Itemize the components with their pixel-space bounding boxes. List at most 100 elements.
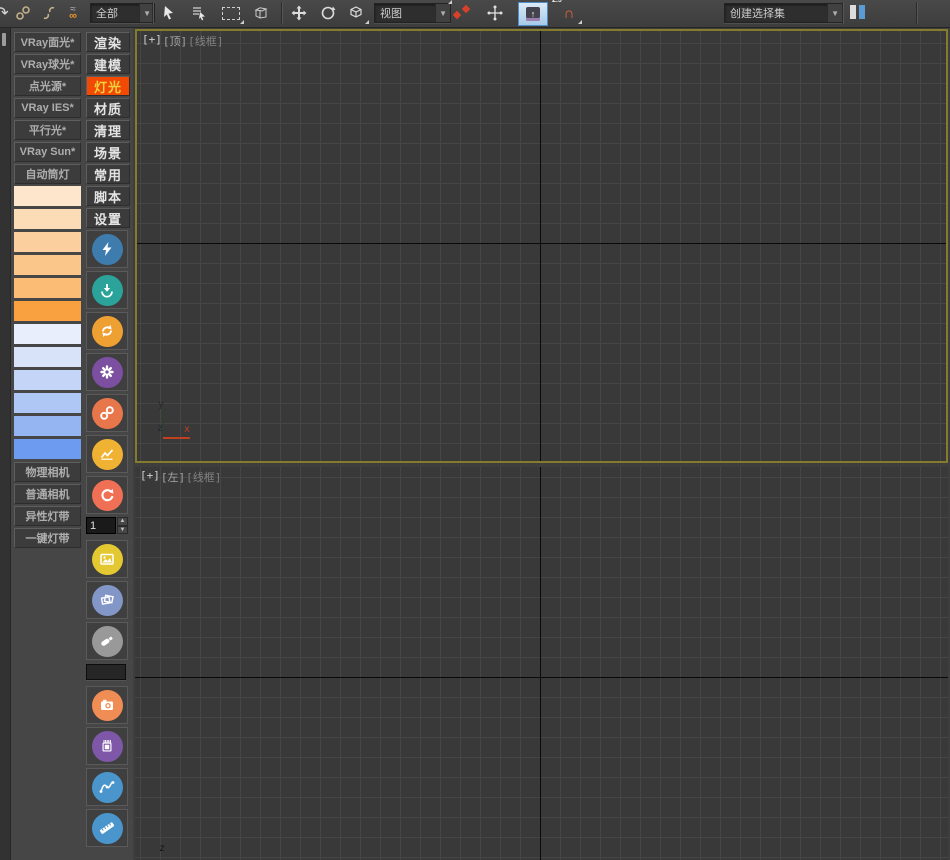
chain-link-button[interactable]	[86, 394, 128, 432]
tab-lighting[interactable]: 灯光	[86, 76, 130, 96]
select-and-manipulate-icon[interactable]	[482, 2, 508, 24]
lightning-button[interactable]	[86, 230, 128, 268]
select-and-move-icon[interactable]	[286, 2, 312, 24]
select-and-scale-icon[interactable]	[343, 2, 369, 24]
select-by-name-icon[interactable]	[186, 2, 212, 24]
download-button[interactable]	[86, 271, 128, 309]
toolbar-separator	[842, 2, 844, 24]
image-button[interactable]	[86, 540, 128, 578]
select-object-icon[interactable]	[156, 2, 182, 24]
camera-button[interactable]	[86, 686, 128, 724]
bind-to-space-warp-icon[interactable]: ≈∞	[60, 2, 86, 24]
keyboard-override-toggle[interactable]: ↑	[518, 2, 548, 26]
panel-drag-handle[interactable]	[2, 33, 6, 46]
color-swatch-6[interactable]	[14, 324, 81, 344]
tab-render[interactable]: 渲染	[86, 32, 130, 52]
lighting-plugin-panel: VRay面光*VRay球光*点光源*VRay IES*平行光*VRay Sun*…	[11, 28, 133, 860]
select-and-rotate-icon[interactable]	[315, 2, 341, 24]
tab-settings[interactable]: 设置	[86, 208, 130, 228]
tab-material[interactable]: 材质	[86, 98, 130, 118]
auto-downlight-button[interactable]: 自动筒灯	[14, 164, 81, 184]
tab-scene[interactable]: 场景	[86, 142, 130, 162]
vray-sun-button[interactable]: VRay Sun*	[14, 142, 81, 162]
toolbar-separator	[152, 2, 154, 24]
notebook-icon	[92, 731, 123, 762]
color-swatch-4[interactable]	[14, 278, 81, 298]
color-swatch-1[interactable]	[14, 209, 81, 229]
camera-icon	[92, 690, 123, 721]
viewport-menu-button[interactable]: [+]	[142, 33, 162, 49]
panel-dock-strip	[0, 28, 11, 860]
color-swatch-0[interactable]	[14, 186, 81, 206]
refresh-button[interactable]	[86, 476, 128, 514]
ruler-icon	[92, 813, 123, 844]
color-swatch-11[interactable]	[14, 439, 81, 459]
onekey-light-strip-button[interactable]: 一键灯带	[14, 528, 81, 548]
chain-link-icon	[92, 398, 123, 429]
chevron-down-icon: ▼	[435, 4, 450, 22]
named-selection-set-dropdown[interactable]: 创建选择集 ▼	[724, 3, 843, 23]
vray-area-light-button[interactable]: VRay面光*	[14, 32, 81, 52]
color-swatch-9[interactable]	[14, 393, 81, 413]
spinner-down-button[interactable]: ▼	[117, 526, 128, 535]
sync-button[interactable]	[86, 312, 128, 350]
viewport-area: y z x [+] [顶] [线框] z [+] [左] [线框]	[133, 28, 950, 860]
window-crossing-icon[interactable]	[248, 2, 274, 24]
viewport-view-button[interactable]: [顶]	[163, 33, 187, 49]
named-selection-set-value: 创建选择集	[730, 5, 785, 21]
ruler-button[interactable]	[86, 809, 128, 847]
color-swatch-8[interactable]	[14, 370, 81, 390]
spinner-up-button[interactable]: ▲	[117, 517, 128, 526]
viewport-menu-button[interactable]: [+]	[140, 469, 160, 485]
chart-icon	[92, 439, 123, 470]
viewport-top[interactable]: y z x [+] [顶] [线框]	[135, 29, 948, 463]
axis-x-label: x	[184, 424, 190, 435]
coordinate-system-dropdown[interactable]: 视图 ▼	[374, 3, 451, 23]
tab-script[interactable]: 脚本	[86, 186, 130, 206]
direct-light-button[interactable]: 平行光*	[14, 120, 81, 140]
viewport-shading-button[interactable]: [线框]	[188, 33, 223, 49]
empty-text-field[interactable]	[86, 664, 126, 680]
photos-button[interactable]	[86, 581, 128, 619]
vray-ies-button[interactable]: VRay IES*	[14, 98, 81, 118]
color-swatch-5[interactable]	[14, 301, 81, 321]
viewport-shading-button[interactable]: [线框]	[186, 469, 221, 485]
tab-common[interactable]: 常用	[86, 164, 130, 184]
refresh-icon	[92, 480, 123, 511]
selection-region-icon[interactable]	[218, 2, 244, 24]
selection-filter-dropdown[interactable]: 全部 ▼	[90, 3, 155, 23]
tab-cleanup[interactable]: 清理	[86, 120, 130, 140]
physical-camera-button[interactable]: 物理相机	[14, 462, 81, 482]
world-x-gridline	[135, 677, 948, 678]
chevron-down-icon: ▼	[827, 4, 842, 22]
sidebar-tabs: 渲染建模灯光材质清理场景常用脚本设置	[86, 32, 130, 228]
light-buttons: VRay面光*VRay球光*点光源*VRay IES*平行光*VRay Sun*…	[14, 32, 81, 184]
color-swatch-10[interactable]	[14, 416, 81, 436]
count-spinner[interactable]: ▲▼	[86, 517, 128, 534]
world-x-gridline	[137, 243, 946, 244]
viewport-view-button[interactable]: [左]	[161, 469, 185, 485]
spline-button[interactable]	[86, 768, 128, 806]
camera-buttons: 物理相机普通相机异性灯带一键灯带	[14, 462, 81, 548]
snaps-toggle-icon[interactable]: ∩2.5	[556, 2, 582, 24]
notebook-button[interactable]	[86, 727, 128, 765]
toolbar-separator	[916, 2, 918, 24]
color-swatch-3[interactable]	[14, 255, 81, 275]
usb-drive-button[interactable]	[86, 622, 128, 660]
keyboard-key-icon: ↑	[526, 7, 540, 21]
select-and-link-icon[interactable]	[10, 2, 36, 24]
unlink-selection-icon[interactable]	[36, 2, 62, 24]
color-swatch-2[interactable]	[14, 232, 81, 252]
chart-button[interactable]	[86, 435, 128, 473]
shaped-light-strip-button[interactable]: 异性灯带	[14, 506, 81, 526]
viewport-left[interactable]: z [+] [左] [线框]	[135, 467, 948, 860]
vray-sphere-light-button[interactable]: VRay球光*	[14, 54, 81, 74]
tab-modeling[interactable]: 建模	[86, 54, 130, 74]
count-input[interactable]	[86, 517, 116, 534]
standard-camera-button[interactable]: 普通相机	[14, 484, 81, 504]
mirror-icon[interactable]	[850, 5, 865, 19]
viewport-label: [+] [顶] [线框]	[142, 33, 223, 49]
point-light-button[interactable]: 点光源*	[14, 76, 81, 96]
color-swatch-7[interactable]	[14, 347, 81, 367]
flower-button[interactable]	[86, 353, 128, 391]
